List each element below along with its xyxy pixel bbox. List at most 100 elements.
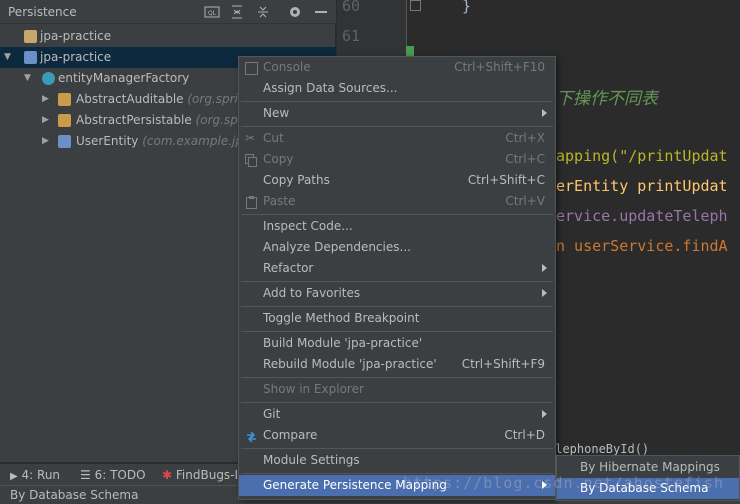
expand-all-icon[interactable] bbox=[229, 4, 245, 20]
menu-item-refactor[interactable]: Refactor bbox=[239, 258, 555, 279]
tree-item-package: (org.spr bbox=[195, 113, 243, 127]
submenu-arrow-icon bbox=[542, 264, 547, 272]
module-icon bbox=[24, 51, 37, 64]
menu-item-shortcut: Ctrl+V bbox=[505, 194, 545, 208]
entity-icon bbox=[58, 114, 71, 127]
menu-item-label: Module Settings bbox=[263, 453, 360, 467]
expand-arrow-icon[interactable]: ▶ bbox=[42, 89, 52, 110]
bug-icon: ✱ bbox=[162, 468, 173, 482]
menu-item-git[interactable]: Git bbox=[239, 404, 555, 425]
menu-item-shortcut: Ctrl+X bbox=[505, 131, 545, 145]
menu-item-label: Paste bbox=[263, 194, 296, 208]
menu-item-copy-paths[interactable]: Copy Paths Ctrl+Shift+C bbox=[239, 170, 555, 191]
menu-item-add-to-favorites[interactable]: Add to Favorites bbox=[239, 283, 555, 304]
tree-item-label: entityManagerFactory bbox=[58, 71, 190, 85]
context-menu: Console Ctrl+Shift+F10 Assign Data Source… bbox=[238, 56, 556, 500]
code-tooltip: elephoneById() bbox=[548, 442, 650, 456]
tree-item-label: AbstractAuditable bbox=[76, 92, 184, 106]
code-line[interactable]: ervice.updateTeleph bbox=[556, 207, 728, 225]
svg-text:QL: QL bbox=[208, 10, 217, 17]
menu-item-shortcut: Ctrl+C bbox=[505, 152, 545, 166]
expand-arrow-icon[interactable]: ▼ bbox=[4, 47, 14, 68]
tree-item-label: jpa-practice bbox=[40, 50, 112, 64]
menu-separator bbox=[241, 281, 553, 282]
submenu-arrow-icon bbox=[542, 109, 547, 117]
line-number: 60 bbox=[342, 0, 361, 15]
run-tab-label: 4: Run bbox=[21, 468, 61, 482]
code-comment[interactable]: 下操作不同表 bbox=[556, 84, 658, 109]
code-line[interactable]: n userService.findA bbox=[556, 237, 728, 255]
code-line[interactable]: } bbox=[462, 0, 471, 15]
panel-header: Persistence QL bbox=[0, 0, 336, 24]
gear-icon[interactable] bbox=[287, 4, 303, 20]
menu-item-new[interactable]: New bbox=[239, 103, 555, 124]
todo-tab[interactable]: ☰ 6: TODO bbox=[80, 468, 146, 482]
console-icon bbox=[245, 61, 258, 75]
menu-item-label: Build Module 'jpa-practice' bbox=[263, 336, 423, 350]
todo-icon: ☰ bbox=[80, 468, 91, 482]
menu-item-rebuild-module[interactable]: Rebuild Module 'jpa-practice' Ctrl+Shift+… bbox=[239, 354, 555, 375]
menu-separator bbox=[241, 214, 553, 215]
menu-item-console[interactable]: Console Ctrl+Shift+F10 bbox=[239, 57, 555, 78]
tree-item-package: (org.sprin bbox=[187, 92, 246, 106]
menu-item-label: Copy bbox=[263, 152, 294, 166]
expand-arrow-icon[interactable]: ▼ bbox=[24, 68, 34, 89]
status-text: By Database Schema bbox=[10, 488, 139, 502]
menu-item-compare[interactable]: Compare Ctrl+D bbox=[239, 425, 555, 446]
cut-icon: ✂ bbox=[245, 131, 256, 145]
copy-icon bbox=[245, 153, 258, 167]
code-line[interactable]: apping("/printUpdat bbox=[556, 147, 728, 165]
menu-item-label: Cut bbox=[263, 131, 284, 145]
run-icon: ▶ bbox=[10, 471, 18, 482]
menu-item-toggle-breakpoint[interactable]: Toggle Method Breakpoint bbox=[239, 308, 555, 329]
collapse-all-icon[interactable] bbox=[255, 4, 271, 20]
findbugs-tab[interactable]: ✱ FindBugs-IE bbox=[162, 468, 246, 482]
menu-separator bbox=[241, 377, 553, 378]
menu-item-label: Assign Data Sources... bbox=[263, 81, 398, 95]
menu-item-label: Show in Explorer bbox=[263, 382, 364, 396]
menu-item-label: New bbox=[263, 106, 290, 120]
menu-item-label: Compare bbox=[263, 428, 318, 442]
menu-item-show-in-explorer[interactable]: Show in Explorer bbox=[239, 379, 555, 400]
tree-item-package: (com.example.jpa bbox=[142, 134, 251, 148]
compare-icon bbox=[245, 429, 258, 443]
run-tab[interactable]: ▶ 4: Run bbox=[10, 468, 60, 482]
menu-item-analyze-dependencies[interactable]: Analyze Dependencies... bbox=[239, 237, 555, 258]
menu-item-label: Toggle Method Breakpoint bbox=[263, 311, 420, 325]
menu-item-shortcut: Ctrl+Shift+F9 bbox=[461, 357, 545, 371]
menu-item-label: Git bbox=[263, 407, 281, 421]
tree-item-label: jpa-practice bbox=[40, 29, 112, 43]
panel-title: Persistence bbox=[8, 5, 77, 19]
menu-item-label: Rebuild Module 'jpa-practice' bbox=[263, 357, 437, 371]
menu-item-shortcut: Ctrl+Shift+C bbox=[467, 173, 545, 187]
findbugs-tab-label: FindBugs-IE bbox=[175, 468, 246, 482]
expand-arrow-icon[interactable]: ▶ bbox=[42, 110, 52, 131]
menu-item-paste[interactable]: Paste Ctrl+V bbox=[239, 191, 555, 212]
tree-item-label: UserEntity bbox=[76, 134, 139, 148]
menu-item-build-module[interactable]: Build Module 'jpa-practice' bbox=[239, 333, 555, 354]
menu-item-inspect-code[interactable]: Inspect Code... bbox=[239, 216, 555, 237]
code-line[interactable]: erEntity printUpdat bbox=[556, 177, 728, 195]
menu-item-shortcut: Ctrl+Shift+F10 bbox=[454, 60, 545, 74]
minimize-icon[interactable] bbox=[313, 4, 329, 20]
menu-item-assign-data-sources[interactable]: Assign Data Sources... bbox=[239, 78, 555, 99]
submenu-arrow-icon bbox=[542, 289, 547, 297]
todo-tab-label: 6: TODO bbox=[94, 468, 146, 482]
menu-item-label: Add to Favorites bbox=[263, 286, 361, 300]
menu-separator bbox=[241, 402, 553, 403]
menu-separator bbox=[241, 126, 553, 127]
menu-item-module-settings[interactable]: Module Settings bbox=[239, 450, 555, 471]
expand-arrow-icon[interactable]: ▶ bbox=[42, 131, 52, 152]
menu-separator bbox=[241, 448, 553, 449]
fold-marker-icon[interactable] bbox=[410, 0, 421, 11]
entity-icon bbox=[58, 93, 71, 106]
entity-manager-icon bbox=[42, 72, 55, 85]
tree-item-project[interactable]: jpa-practice bbox=[0, 26, 336, 47]
menu-item-copy[interactable]: Copy Ctrl+C bbox=[239, 149, 555, 170]
paste-icon bbox=[245, 195, 258, 209]
menu-item-label: Copy Paths bbox=[263, 173, 330, 187]
sql-console-icon[interactable]: QL bbox=[204, 4, 220, 20]
line-number: 61 bbox=[342, 27, 361, 45]
menu-item-label: Analyze Dependencies... bbox=[263, 240, 411, 254]
menu-item-cut[interactable]: ✂ Cut Ctrl+X bbox=[239, 128, 555, 149]
